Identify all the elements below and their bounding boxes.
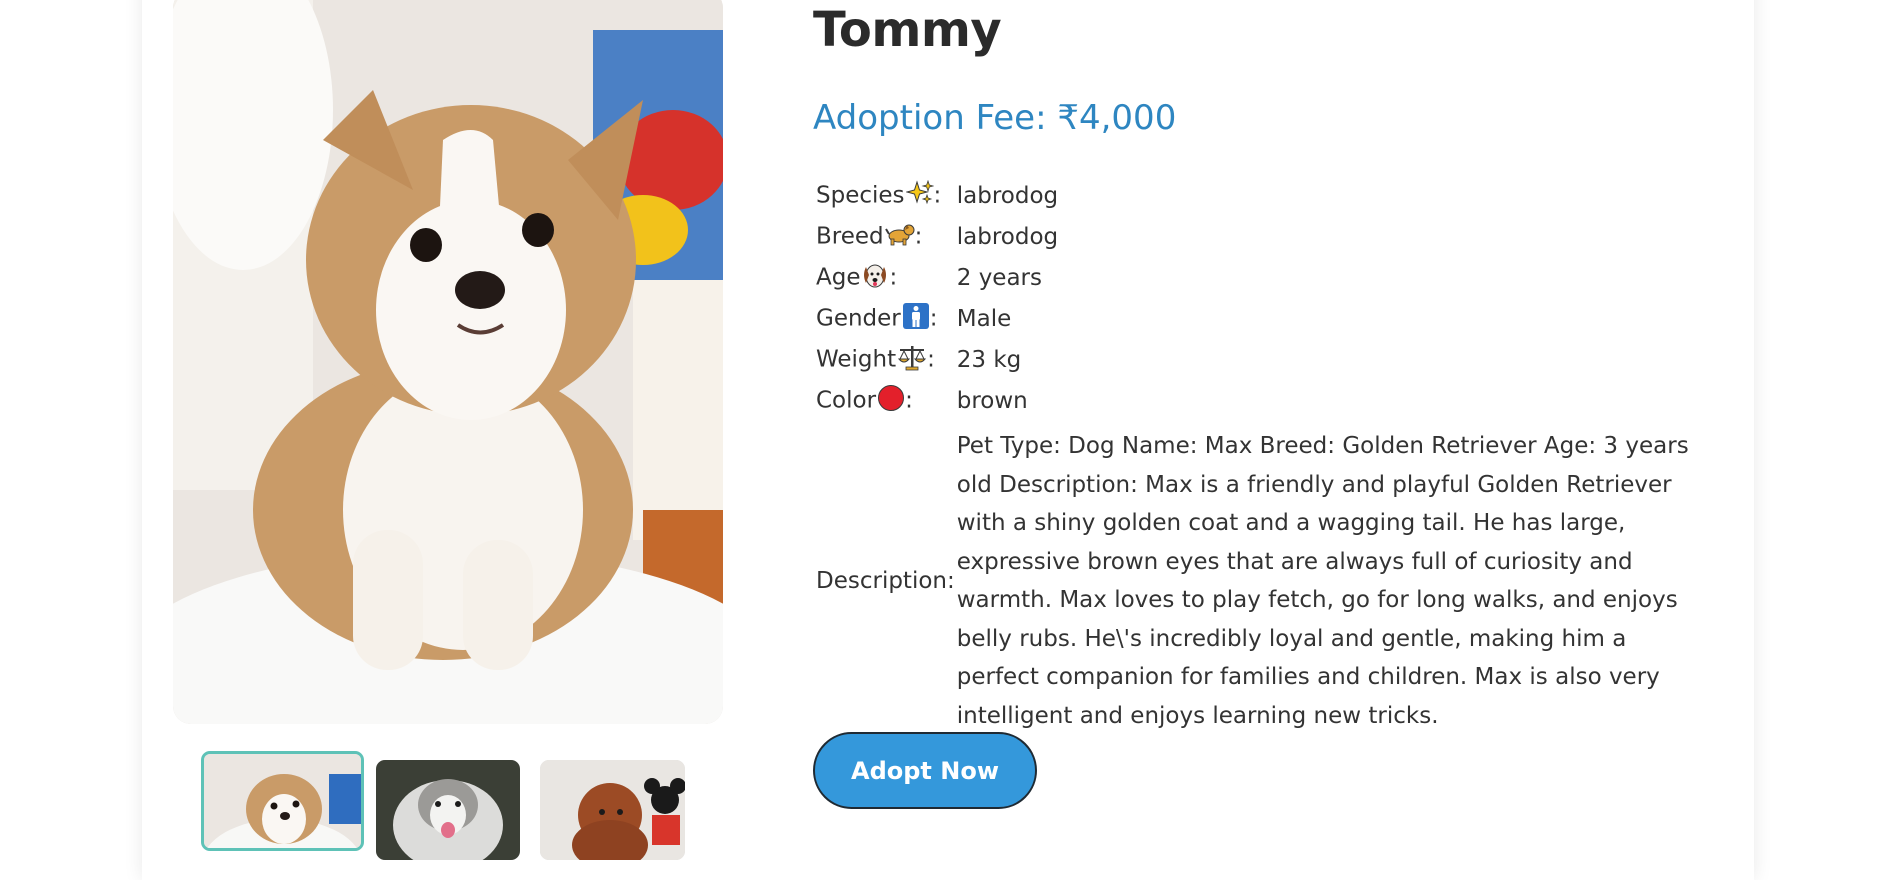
attribute-row-species: Species: labrodog <box>816 175 1700 216</box>
attribute-row-age: Age: 2 years <box>816 257 1700 298</box>
attribute-separator: : <box>914 223 923 249</box>
red-circle-icon <box>877 384 905 418</box>
thumbnail-1[interactable] <box>201 751 364 851</box>
attribute-separator: : <box>889 264 898 290</box>
description-label: Description: <box>816 568 955 594</box>
attribute-separator: : <box>927 346 935 372</box>
attribute-label: Weight <box>816 346 897 372</box>
main-pet-photo <box>173 0 723 724</box>
attribute-row-weight: Weight: 23 kg <box>816 339 1700 380</box>
attribute-separator: : <box>905 387 913 413</box>
attribute-label: Species <box>816 182 905 208</box>
attribute-row-color: Color: brown <box>816 380 1700 421</box>
attribute-row-gender: Gender: Male <box>816 298 1700 339</box>
thumbnail-2[interactable] <box>376 760 520 860</box>
attribute-value: brown <box>956 387 1028 414</box>
thumbnail-3[interactable] <box>540 760 685 860</box>
attribute-value: Male <box>956 305 1012 332</box>
attribute-label: Color <box>816 387 877 413</box>
attribute-label: Age <box>816 264 861 290</box>
description-text: Pet Type: Dog Name: Max Breed: Golden Re… <box>956 433 1689 729</box>
sparkles-icon <box>904 179 935 212</box>
attribute-label: Breed <box>816 223 884 249</box>
dog-icon <box>884 222 915 252</box>
dog-face-icon <box>861 261 889 295</box>
attribute-value: 23 kg <box>956 346 1022 373</box>
attribute-separator: : <box>933 182 942 208</box>
pet-attributes-table: Species: labrodog Breed: labrodog Age: 2… <box>816 175 1700 741</box>
attribute-separator: : <box>929 305 938 331</box>
adoption-fee: Adoption Fee: ₹4,000 <box>813 98 1177 138</box>
adopt-now-button[interactable]: Adopt Now <box>813 732 1037 809</box>
pet-name: Tommy <box>813 2 1002 58</box>
attribute-value: labrodog <box>956 223 1059 250</box>
attribute-label: Gender <box>816 305 901 331</box>
attribute-value: labrodog <box>956 182 1059 209</box>
attribute-row-description: Description: Pet Type: Dog Name: Max Bre… <box>816 421 1700 741</box>
male-sign-icon <box>902 302 930 336</box>
attribute-value: 2 years <box>956 264 1042 291</box>
scales-icon <box>897 343 927 377</box>
attribute-row-breed: Breed: labrodog <box>816 216 1700 257</box>
